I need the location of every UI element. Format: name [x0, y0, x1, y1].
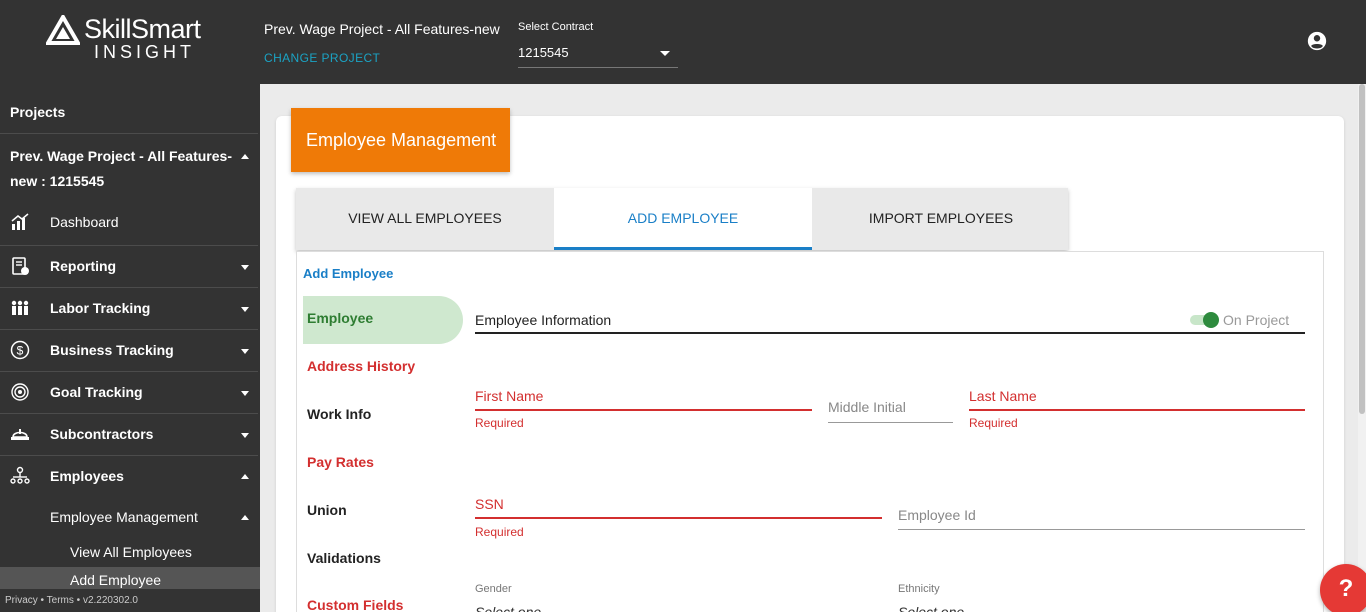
brand-subtitle: INSIGHT	[94, 42, 196, 62]
brand-name: SkillSmart	[84, 14, 201, 44]
tab-import-employees[interactable]: IMPORT EMPLOYEES	[812, 188, 1070, 250]
chevron-down-icon	[241, 433, 249, 438]
report-icon	[12, 257, 29, 275]
chevron-up-icon	[241, 515, 249, 520]
employee-id-underline	[898, 529, 1305, 530]
step-employee[interactable]: Employee	[303, 296, 463, 344]
gender-select[interactable]: Select one	[475, 604, 541, 612]
gender-label: Gender	[475, 583, 512, 595]
top-bar: SkillSmart INSIGHT Prev. Wage Project - …	[0, 0, 1366, 84]
step-custom-fields[interactable]: Custom Fields	[307, 597, 403, 612]
sidebar-item-dashboard[interactable]: Dashboard	[0, 201, 260, 243]
step-address-history[interactable]: Address History	[307, 358, 415, 374]
sidebar-item-label: Employees	[50, 468, 124, 484]
step-label: Employee	[307, 310, 374, 326]
sidebar: Projects Prev. Wage Project - All Featur…	[0, 84, 260, 612]
first-name-field[interactable]: First Name	[475, 388, 543, 404]
chevron-down-icon	[660, 51, 670, 56]
sidebar-item-label: Business Tracking	[50, 342, 174, 358]
app-logo[interactable]: SkillSmart INSIGHT	[46, 14, 226, 64]
ssn-underline	[475, 517, 882, 519]
middle-initial-field[interactable]: Middle Initial	[828, 399, 906, 415]
step-work-info[interactable]: Work Info	[307, 406, 371, 422]
last-name-error: Required	[969, 416, 1018, 430]
ssn-error: Required	[475, 525, 524, 539]
sidebar-item-labor-tracking[interactable]: Labor Tracking	[0, 287, 260, 329]
project-collapse-toggle[interactable]	[0, 144, 250, 164]
chevron-up-icon	[241, 474, 249, 479]
tab-bar: VIEW ALL EMPLOYEES ADD EMPLOYEE IMPORT E…	[296, 188, 1068, 250]
change-project-link[interactable]: CHANGE PROJECT	[264, 51, 380, 65]
form-heading: Add Employee	[303, 266, 394, 281]
chevron-down-icon	[241, 307, 249, 312]
sidebar-item-employees[interactable]: Employees	[0, 455, 260, 497]
help-button[interactable]: ?	[1320, 564, 1366, 612]
on-project-toggle-label: On Project	[1223, 312, 1290, 328]
hardhat-icon	[11, 429, 29, 440]
chevron-down-icon	[241, 391, 249, 396]
first-name-underline	[475, 409, 812, 411]
sidebar-item-subcontractors[interactable]: Subcontractors	[0, 413, 260, 455]
section-divider	[475, 332, 1305, 334]
ethnicity-label: Ethnicity	[898, 583, 940, 595]
last-name-field[interactable]: Last Name	[969, 388, 1037, 404]
sidebar-subitem-add-employee[interactable]: Add Employee	[0, 567, 260, 589]
step-pay-rates[interactable]: Pay Rates	[307, 454, 374, 470]
sidebar-projects-heading[interactable]: Projects	[10, 104, 65, 120]
sidebar-submenu-employee-management[interactable]: Employee Management	[50, 509, 260, 525]
page-title: Employee Management	[291, 108, 510, 172]
account-circle-icon[interactable]	[1306, 30, 1328, 52]
sidebar-footer-links[interactable]: Privacy • Terms • v2.220302.0	[5, 595, 138, 606]
dashboard-chart-icon	[11, 213, 29, 230]
contract-select-value: 1215545	[518, 45, 569, 60]
chevron-down-icon	[241, 265, 249, 270]
contract-select-label: Select Contract	[518, 21, 594, 33]
chevron-up-icon	[241, 154, 249, 159]
last-name-underline	[969, 409, 1305, 411]
contract-select[interactable]: 1215545	[518, 40, 678, 68]
sidebar-item-label: Reporting	[50, 258, 117, 274]
sidebar-subitem-label: Add Employee	[70, 572, 162, 588]
sidebar-item-business-tracking[interactable]: $ Business Tracking	[0, 329, 260, 371]
step-union[interactable]: Union	[307, 502, 347, 518]
page-scrollbar[interactable]	[1358, 84, 1366, 612]
middle-initial-underline	[828, 422, 953, 423]
sidebar-subitem-view-all-employees[interactable]: View All Employees	[70, 544, 192, 560]
sidebar-item-goal-tracking[interactable]: Goal Tracking	[0, 371, 260, 413]
toggle-knob	[1203, 312, 1219, 328]
first-name-error: Required	[475, 416, 524, 430]
sidebar-item-label: Labor Tracking	[50, 300, 151, 316]
step-validations[interactable]: Validations	[307, 550, 381, 566]
employee-id-field[interactable]: Employee Id	[898, 507, 976, 523]
svg-text:$: $	[17, 344, 24, 358]
org-chart-icon	[10, 466, 30, 484]
dollar-icon: $	[10, 340, 30, 360]
sidebar-submenu-label: Employee Management	[50, 509, 198, 525]
logo-mark-icon	[46, 15, 80, 45]
sidebar-item-label: Goal Tracking	[50, 384, 143, 400]
divider	[0, 133, 258, 134]
sidebar-project-line2: new : 1215545	[10, 173, 105, 189]
sidebar-item-label: Subcontractors	[50, 426, 154, 442]
sidebar-item-reporting[interactable]: Reporting	[0, 245, 260, 287]
tab-add-employee[interactable]: ADD EMPLOYEE	[554, 188, 812, 250]
current-project-name: Prev. Wage Project - All Features-new	[264, 21, 500, 37]
tab-view-all-employees[interactable]: VIEW ALL EMPLOYEES	[296, 188, 554, 250]
ssn-field[interactable]: SSN	[475, 496, 504, 512]
ethnicity-select[interactable]: Select one	[898, 604, 964, 612]
scrollbar-thumb[interactable]	[1359, 84, 1365, 414]
workers-icon	[11, 300, 29, 315]
chevron-down-icon	[241, 349, 249, 354]
sidebar-item-label: Dashboard	[50, 214, 119, 230]
section-title: Employee Information	[475, 312, 612, 328]
target-icon	[11, 383, 29, 401]
